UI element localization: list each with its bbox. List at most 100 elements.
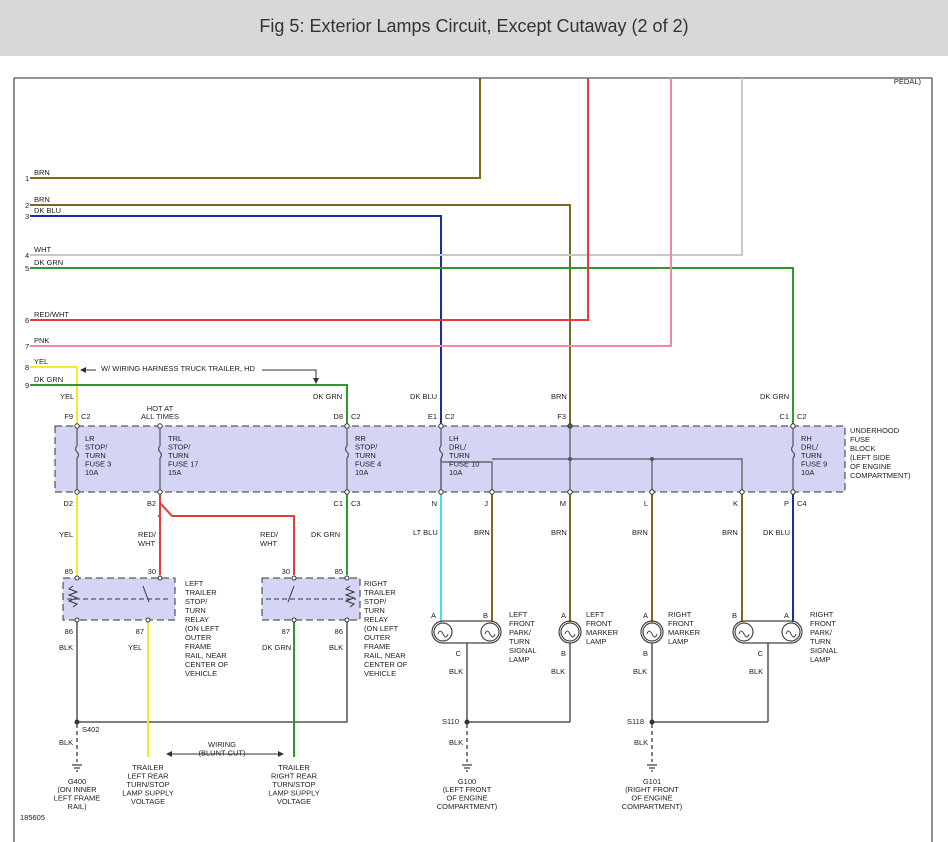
lamp-label: LAMP: [509, 655, 529, 664]
harness-note: W/ WIRING HARNESS TRUCK TRAILER, HD: [101, 364, 255, 373]
lamp-label: FRONT: [668, 619, 694, 628]
wire-color-label: DK GRN: [313, 392, 342, 401]
lamp-label: RIGHT: [668, 610, 692, 619]
terminal: [438, 423, 444, 429]
relay-pin: 87: [282, 627, 290, 636]
relay-pin: 86: [335, 627, 343, 636]
lamp-pin: A: [784, 611, 789, 620]
lamp-label: LEFT: [509, 610, 528, 619]
wire-color-label: YEL: [128, 643, 142, 652]
wire-color-label: RED/: [260, 530, 279, 539]
bulb: [734, 622, 754, 642]
relay-label: (ON LEFT: [185, 624, 220, 633]
relay-label: TURN: [364, 606, 385, 615]
splice-id: S118: [627, 717, 644, 726]
fuse-output-pin: D2: [63, 499, 73, 508]
fuse-output-pin: M: [560, 499, 566, 508]
wire-color-label: YEL: [60, 392, 74, 401]
wire-color-label: DK GRN: [311, 530, 340, 539]
relay-label: RIGHT: [364, 579, 388, 588]
terminal: [739, 489, 745, 495]
terminal: [157, 575, 163, 581]
splice: [74, 719, 80, 725]
splice: [464, 719, 470, 725]
wire-color-label: RED/WHT: [34, 310, 69, 319]
fuse-label: 10A: [355, 468, 368, 477]
connector-id: C2: [445, 412, 455, 421]
lamp-label: MARKER: [668, 628, 701, 637]
terminal: [157, 489, 163, 495]
relay-label: STOP/: [364, 597, 387, 606]
relay-label: LEFT: [185, 579, 204, 588]
wire-color-label: DK BLU: [34, 206, 61, 215]
terminal: [145, 617, 151, 623]
terminal: [74, 617, 80, 623]
terminal: [344, 575, 350, 581]
fuse-input-pin: F9: [64, 412, 73, 421]
terminal: [74, 489, 80, 495]
fuse-block-label: (LEFT SIDE: [850, 453, 890, 462]
fuse-output-pin: C1: [333, 499, 343, 508]
lamp-pin: B: [732, 611, 737, 620]
wire-color-label: WHT: [260, 539, 277, 548]
wire-color-label: DK GRN: [34, 375, 63, 384]
bulb: [480, 622, 500, 642]
hot-at-label: ALL TIMES: [141, 412, 179, 421]
wiring-diagram: PEDAL) 1 BRN 2 BRN 3 DK BLU 4 WHT 5 DK GRN 6 RED/WHT…: [13, 77, 933, 842]
wire-number: 3: [25, 212, 29, 221]
terminal: [344, 489, 350, 495]
lamp-label: TURN: [810, 637, 831, 646]
wire-color-label: BLK: [633, 667, 647, 676]
lamp-pin: A: [561, 611, 566, 620]
arrow-head: [80, 367, 86, 373]
fuse-label: 10A: [449, 468, 462, 477]
lamp-label: LEFT: [586, 610, 605, 619]
wire-redwht-6: [30, 78, 589, 321]
wire-color-label: BRN: [474, 528, 490, 537]
lamp-pin: C: [758, 649, 764, 658]
bulb: [560, 622, 580, 642]
wire-wht-4: [30, 78, 743, 256]
relay-label: CENTER OF: [364, 660, 408, 669]
bus-node: [568, 457, 572, 461]
relay-label: (ON LEFT: [364, 624, 399, 633]
wire-color-label: BRN: [551, 528, 567, 537]
lamp-label: SIGNAL: [509, 646, 537, 655]
relay-label: STOP/: [185, 597, 208, 606]
wire-color-label: DK GRN: [760, 392, 789, 401]
wire-brn-1: [30, 78, 481, 179]
relay-pin: 30: [282, 567, 290, 576]
bulb: [642, 622, 662, 642]
connector-id: C4: [797, 499, 807, 508]
splice-id: S402: [82, 725, 100, 734]
wire-color-label: LT BLU: [413, 528, 438, 537]
relay-pin: 86: [65, 627, 73, 636]
wire-number: 4: [25, 251, 29, 260]
splice: [649, 719, 655, 725]
terminal: [790, 489, 796, 495]
wire-color-label: BRN: [551, 392, 567, 401]
wire-color-label: BLK: [59, 643, 73, 652]
arrow-head: [278, 751, 284, 757]
fuse-label: 10A: [801, 468, 814, 477]
relay-label: RELAY: [364, 615, 388, 624]
wire-color-label: YEL: [59, 530, 73, 539]
lamp-pin: A: [643, 611, 648, 620]
connector-id: C2: [797, 412, 807, 421]
lamp-label: LAMP: [668, 637, 688, 646]
wire-pnk-7: [30, 78, 672, 347]
wire-color-label: BLK: [749, 667, 763, 676]
wire-color-label: WHT: [34, 245, 51, 254]
lamp-pin: B: [483, 611, 488, 620]
wire-color-label: DK BLU: [763, 528, 790, 537]
supply-label: VOLTAGE: [277, 797, 311, 806]
fuse-block-label: FUSE: [850, 435, 870, 444]
wire-brn-2: [30, 204, 571, 426]
terminal: [74, 575, 80, 581]
wire-number: 8: [25, 363, 29, 372]
lamp-label: RIGHT: [810, 610, 834, 619]
relay-label: FRAME: [185, 642, 211, 651]
fuse-label: 15A: [168, 468, 181, 477]
fuse-block-label: COMPARTMENT): [850, 471, 911, 480]
fuse-input-pin: E1: [428, 412, 437, 421]
